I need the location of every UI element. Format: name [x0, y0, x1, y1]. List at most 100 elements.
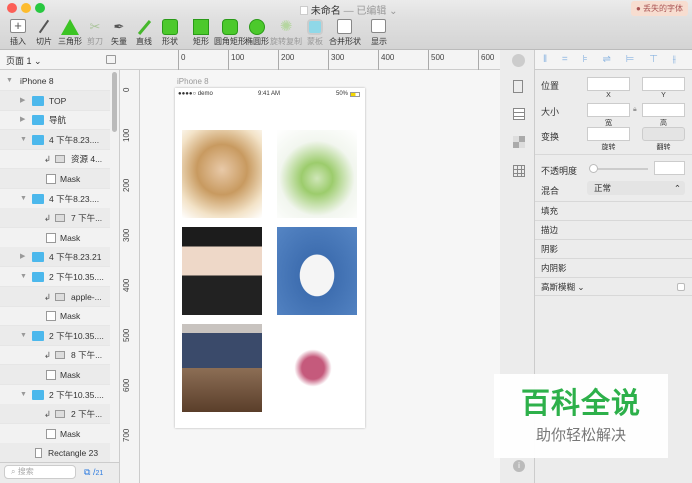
layer-row[interactable]: ▼ 2 下午10.35....: [0, 267, 110, 287]
page-selector[interactable]: 页面 1 ⌄: [6, 54, 42, 67]
height-field[interactable]: [642, 103, 685, 117]
ruler-tick: [478, 50, 479, 70]
layer-search-input[interactable]: ⌕ 搜索: [4, 465, 76, 479]
close-button[interactable]: [7, 3, 17, 13]
layer-row[interactable]: Mask: [0, 169, 110, 189]
battery-percent: 50%: [336, 91, 349, 97]
layer-name: Mask: [60, 174, 81, 184]
artboard[interactable]: ●●●●○ demo 9:41 AM 50%: [175, 88, 365, 428]
border-section[interactable]: 描边: [535, 220, 692, 239]
zoom-button[interactable]: [35, 3, 45, 13]
fill-section[interactable]: 填充: [535, 201, 692, 220]
layer-row[interactable]: Rectangle 23: [0, 443, 110, 462]
disclosure-closed-icon[interactable]: ▶: [20, 91, 25, 111]
disclosure-open-icon[interactable]: ▼: [20, 326, 27, 346]
image-icon: [55, 410, 65, 419]
oval-icon: [249, 19, 265, 35]
folder-icon: [32, 272, 44, 282]
disclosure-open-icon[interactable]: ▼: [20, 189, 27, 209]
missing-fonts-button[interactable]: ● 丢失的字体: [630, 1, 688, 16]
layer-row[interactable]: ▼ iPhone 8: [0, 71, 110, 91]
disclosure-closed-icon[interactable]: ▶: [20, 110, 25, 130]
y-field[interactable]: [642, 77, 685, 91]
photo-laptop[interactable]: [182, 324, 262, 412]
list-icon[interactable]: [513, 108, 525, 120]
view-tool-button[interactable]: 显示: [361, 18, 397, 47]
rectangle-icon: [193, 19, 209, 35]
align-toolbar[interactable]: ‖ = ⊧ ⇌ ⊨ ⊤ ⫲ ⊥: [535, 50, 692, 85]
layer-row[interactable]: Mask: [0, 424, 110, 444]
h-ruler-label: 500: [431, 53, 445, 62]
edit-status[interactable]: — 已编辑 ⌄: [344, 6, 398, 17]
photo-white-tshirt[interactable]: [277, 227, 357, 315]
photo-woman-hat[interactable]: [182, 227, 262, 315]
artboard-label[interactable]: iPhone 8: [177, 77, 209, 86]
layer-name: 8 下午...: [71, 350, 103, 361]
layer-count[interactable]: ⧉ /21: [84, 467, 103, 478]
export-icon[interactable]: [513, 80, 523, 93]
minimize-button[interactable]: [21, 3, 31, 13]
disclosure-closed-icon[interactable]: ▶: [20, 247, 25, 267]
blend-label: 混合: [541, 186, 560, 196]
layer-row[interactable]: Mask: [0, 365, 110, 385]
combine-icon: [337, 19, 353, 35]
count-text: 21: [95, 470, 104, 477]
opacity-slider[interactable]: [592, 168, 648, 170]
layer-row[interactable]: ▼ 4 下午8.23....: [0, 189, 110, 209]
opacity-slider-thumb[interactable]: [589, 164, 598, 173]
view-icon: [371, 19, 387, 35]
layer-row[interactable]: Mask: [0, 306, 110, 327]
layer-scrollbar[interactable]: [112, 72, 117, 132]
width-field[interactable]: [587, 103, 630, 117]
inner-shadow-section[interactable]: 内阴影: [535, 258, 692, 277]
combine-tool-button[interactable]: 合并形状: [327, 18, 363, 47]
v-ruler-label: 0: [122, 87, 131, 92]
photo-lime-drink[interactable]: [277, 130, 357, 218]
layer-row[interactable]: ▼ 2 下午10.35....: [0, 325, 110, 346]
layer-row[interactable]: ▶ 导航: [0, 110, 110, 131]
gaussian-blur-section[interactable]: 高斯模糊 ⌄: [535, 277, 692, 296]
layer-row[interactable]: ↲ 2 下午...: [0, 404, 110, 425]
opacity-field[interactable]: [654, 161, 685, 175]
table-icon[interactable]: [513, 165, 525, 177]
help-icon[interactable]: [512, 54, 525, 67]
lock-icon[interactable]: 🔒︎: [633, 106, 637, 114]
disclosure-open-icon[interactable]: ▼: [20, 130, 27, 150]
disclosure-open-icon[interactable]: ▼: [20, 267, 27, 287]
info-icon[interactable]: i: [513, 460, 525, 472]
layer-row[interactable]: ▶ TOP: [0, 90, 110, 111]
time: 9:41 AM: [258, 91, 281, 97]
folder-icon: [32, 252, 44, 263]
layer-row[interactable]: ▶ 4 下午8.23.21: [0, 247, 110, 268]
layer-row[interactable]: ↲ 7 下午...: [0, 208, 110, 229]
grid-icon[interactable]: [513, 136, 525, 148]
disclosure-open-icon[interactable]: ▼: [6, 71, 13, 91]
collapse-pages-icon[interactable]: [106, 55, 116, 64]
layer-row[interactable]: ▼ 2 下午10.35....: [0, 385, 110, 405]
layer-row[interactable]: ↲ 资源 4...: [0, 149, 110, 170]
flip-buttons[interactable]: [642, 127, 685, 141]
v-ruler-label: 700: [122, 428, 131, 442]
blend-select[interactable]: 正常 ⌃: [587, 181, 685, 195]
shadow-section[interactable]: 阴影: [535, 239, 692, 258]
layer-row[interactable]: ↲ apple-...: [0, 286, 110, 307]
status-bar: ●●●●○ demo 9:41 AM 50%: [175, 88, 365, 102]
v-ruler-label: 100: [122, 128, 131, 142]
layer-name: Mask: [60, 370, 81, 380]
photo-pink-ribbon[interactable]: [277, 324, 357, 412]
layer-row[interactable]: Mask: [0, 228, 110, 248]
rotate-field[interactable]: [587, 127, 630, 141]
photo-blonde-woman[interactable]: [182, 130, 262, 218]
v-ruler-label: 500: [122, 328, 131, 342]
layer-name: 2 下午10.35....: [49, 272, 104, 282]
vertical-ruler: 0 100 200 300 400 500 600 700: [120, 70, 140, 483]
layer-row[interactable]: ↲ 8 下午...: [0, 345, 110, 366]
blur-checkbox[interactable]: [677, 283, 685, 291]
image-icon: [55, 214, 65, 223]
disclosure-open-icon[interactable]: ▼: [20, 385, 27, 405]
window-title: 未命名 — 已编辑 ⌄: [300, 2, 398, 17]
layer-name: Mask: [60, 428, 81, 439]
x-field[interactable]: [587, 77, 630, 91]
ruler-tick: [178, 50, 179, 70]
layer-row[interactable]: ▼ 4 下午8.23....: [0, 129, 110, 150]
